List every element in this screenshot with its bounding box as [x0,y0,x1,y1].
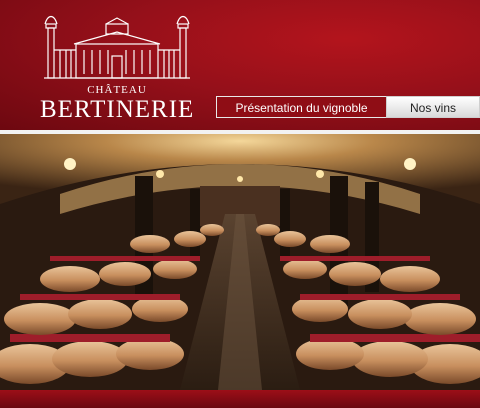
main-navigation: Présentation du vignoble Nos vins [216,96,480,120]
footer-bar [0,390,480,408]
chateau-logo[interactable]: CHÂTEAU BERTINERIE [40,10,195,123]
site-header: CHÂTEAU BERTINERIE Présentation du vigno… [0,0,480,130]
cellar-illustration [0,134,480,390]
wine-cellar-photo [0,134,480,390]
tab-presentation-vignoble[interactable]: Présentation du vignoble [216,96,386,118]
logo-prefix: CHÂTEAU [87,84,147,96]
chateau-building-icon [44,15,190,79]
logo-name: BERTINERIE [40,96,195,123]
tab-nos-vins[interactable]: Nos vins [386,96,480,118]
